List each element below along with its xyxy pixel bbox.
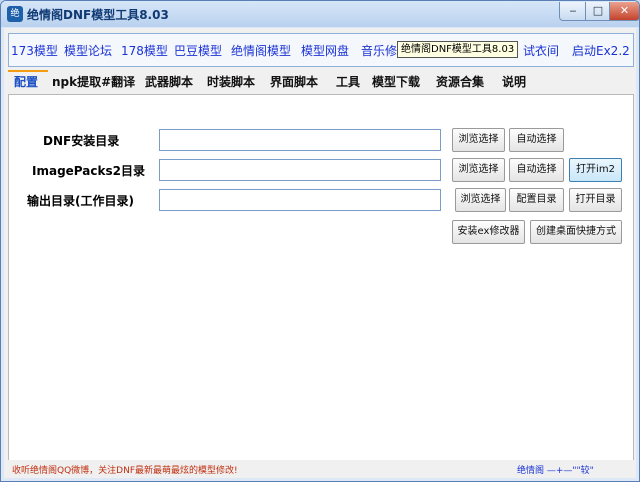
link-173-model[interactable]: 173模型 — [11, 42, 58, 59]
imagepacks-auto-button[interactable]: 自动选择 — [509, 158, 564, 182]
tab-strip: 配置 npk提取#翻译 武器脚本 时装脚本 界面脚本 工具 模型下载 资源合集 … — [8, 72, 632, 92]
tab-resources[interactable]: 资源合集 — [436, 72, 484, 92]
tab-tools[interactable]: 工具 — [336, 72, 360, 92]
app-icon: 绝 — [7, 6, 23, 22]
tab-weapon-script[interactable]: 武器脚本 — [145, 72, 193, 92]
config-panel: DNF安装目录 浏览选择 自动选择 ImagePacks2目录 浏览选择 自动选… — [8, 94, 634, 462]
status-author: 绝情阁 —+—""较" — [517, 466, 594, 476]
dnf-browse-button[interactable]: 浏览选择 — [452, 128, 505, 152]
open-output-button[interactable]: 打开目录 — [569, 188, 622, 212]
link-178-model[interactable]: 178模型 — [121, 42, 168, 59]
tab-npk-extract[interactable]: npk提取#翻译 — [52, 72, 135, 92]
open-im2-button[interactable]: 打开im2 — [569, 158, 622, 182]
output-config-button[interactable]: 配置目录 — [509, 188, 564, 212]
tab-config[interactable]: 配置 — [14, 72, 38, 92]
link-music-mod[interactable]: 音乐修 — [361, 42, 397, 59]
main-window: 绝 绝情阁DNF模型工具8.03 ‒ □ ✕ 173模型 模型论坛 178模型 … — [0, 0, 640, 482]
window-title: 绝情阁DNF模型工具8.03 — [27, 8, 169, 22]
link-fitting-room[interactable]: 试衣间 — [523, 42, 559, 59]
imagepacks-browse-button[interactable]: 浏览选择 — [452, 158, 505, 182]
create-shortcut-button[interactable]: 创建桌面快捷方式 — [530, 220, 622, 244]
tab-help[interactable]: 说明 — [502, 72, 526, 92]
maximize-button[interactable]: □ — [585, 2, 611, 21]
title-bar[interactable]: 绝 绝情阁DNF模型工具8.03 ‒ □ ✕ — [1, 1, 639, 27]
imagepacks-input[interactable] — [159, 159, 441, 181]
dnf-auto-button[interactable]: 自动选择 — [509, 128, 564, 152]
status-weibo-text[interactable]: 收听绝情阁QQ微博，关注DNF最新最萌最炫的模型修改! — [12, 463, 238, 476]
output-dir-label: 输出目录(工作目录) — [27, 194, 134, 208]
active-tab-indicator — [8, 70, 48, 72]
output-browse-button[interactable]: 浏览选择 — [455, 188, 506, 212]
close-button[interactable]: ✕ — [609, 2, 639, 21]
dnf-dir-input[interactable] — [159, 129, 441, 151]
install-ex-button[interactable]: 安装ex修改器 — [452, 220, 525, 244]
tab-fashion-script[interactable]: 时装脚本 — [207, 72, 255, 92]
output-dir-input[interactable] — [159, 189, 441, 211]
client-area: 173模型 模型论坛 178模型 巴豆模型 绝情阁模型 模型网盘 音乐修 还原 … — [4, 28, 636, 478]
link-badou-model[interactable]: 巴豆模型 — [174, 42, 222, 59]
tab-model-download[interactable]: 模型下载 — [372, 72, 420, 92]
links-bar: 173模型 模型论坛 178模型 巴豆模型 绝情阁模型 模型网盘 音乐修 还原 … — [8, 33, 634, 67]
link-launch-ex[interactable]: 启动Ex2.2 — [572, 42, 630, 59]
tab-ui-script[interactable]: 界面脚本 — [270, 72, 318, 92]
dnf-dir-label: DNF安装目录 — [43, 134, 120, 148]
status-bar: 收听绝情阁QQ微博，关注DNF最新最萌最炫的模型修改! 绝情阁 —+—""较" — [4, 460, 636, 478]
imagepacks-label: ImagePacks2目录 — [32, 164, 145, 178]
link-model-netdisk[interactable]: 模型网盘 — [301, 42, 349, 59]
link-model-forum[interactable]: 模型论坛 — [64, 42, 112, 59]
tooltip: 绝情阁DNF模型工具8.03 — [397, 41, 519, 58]
minimize-button[interactable]: ‒ — [559, 2, 587, 21]
link-juequge-model[interactable]: 绝情阁模型 — [231, 42, 291, 59]
